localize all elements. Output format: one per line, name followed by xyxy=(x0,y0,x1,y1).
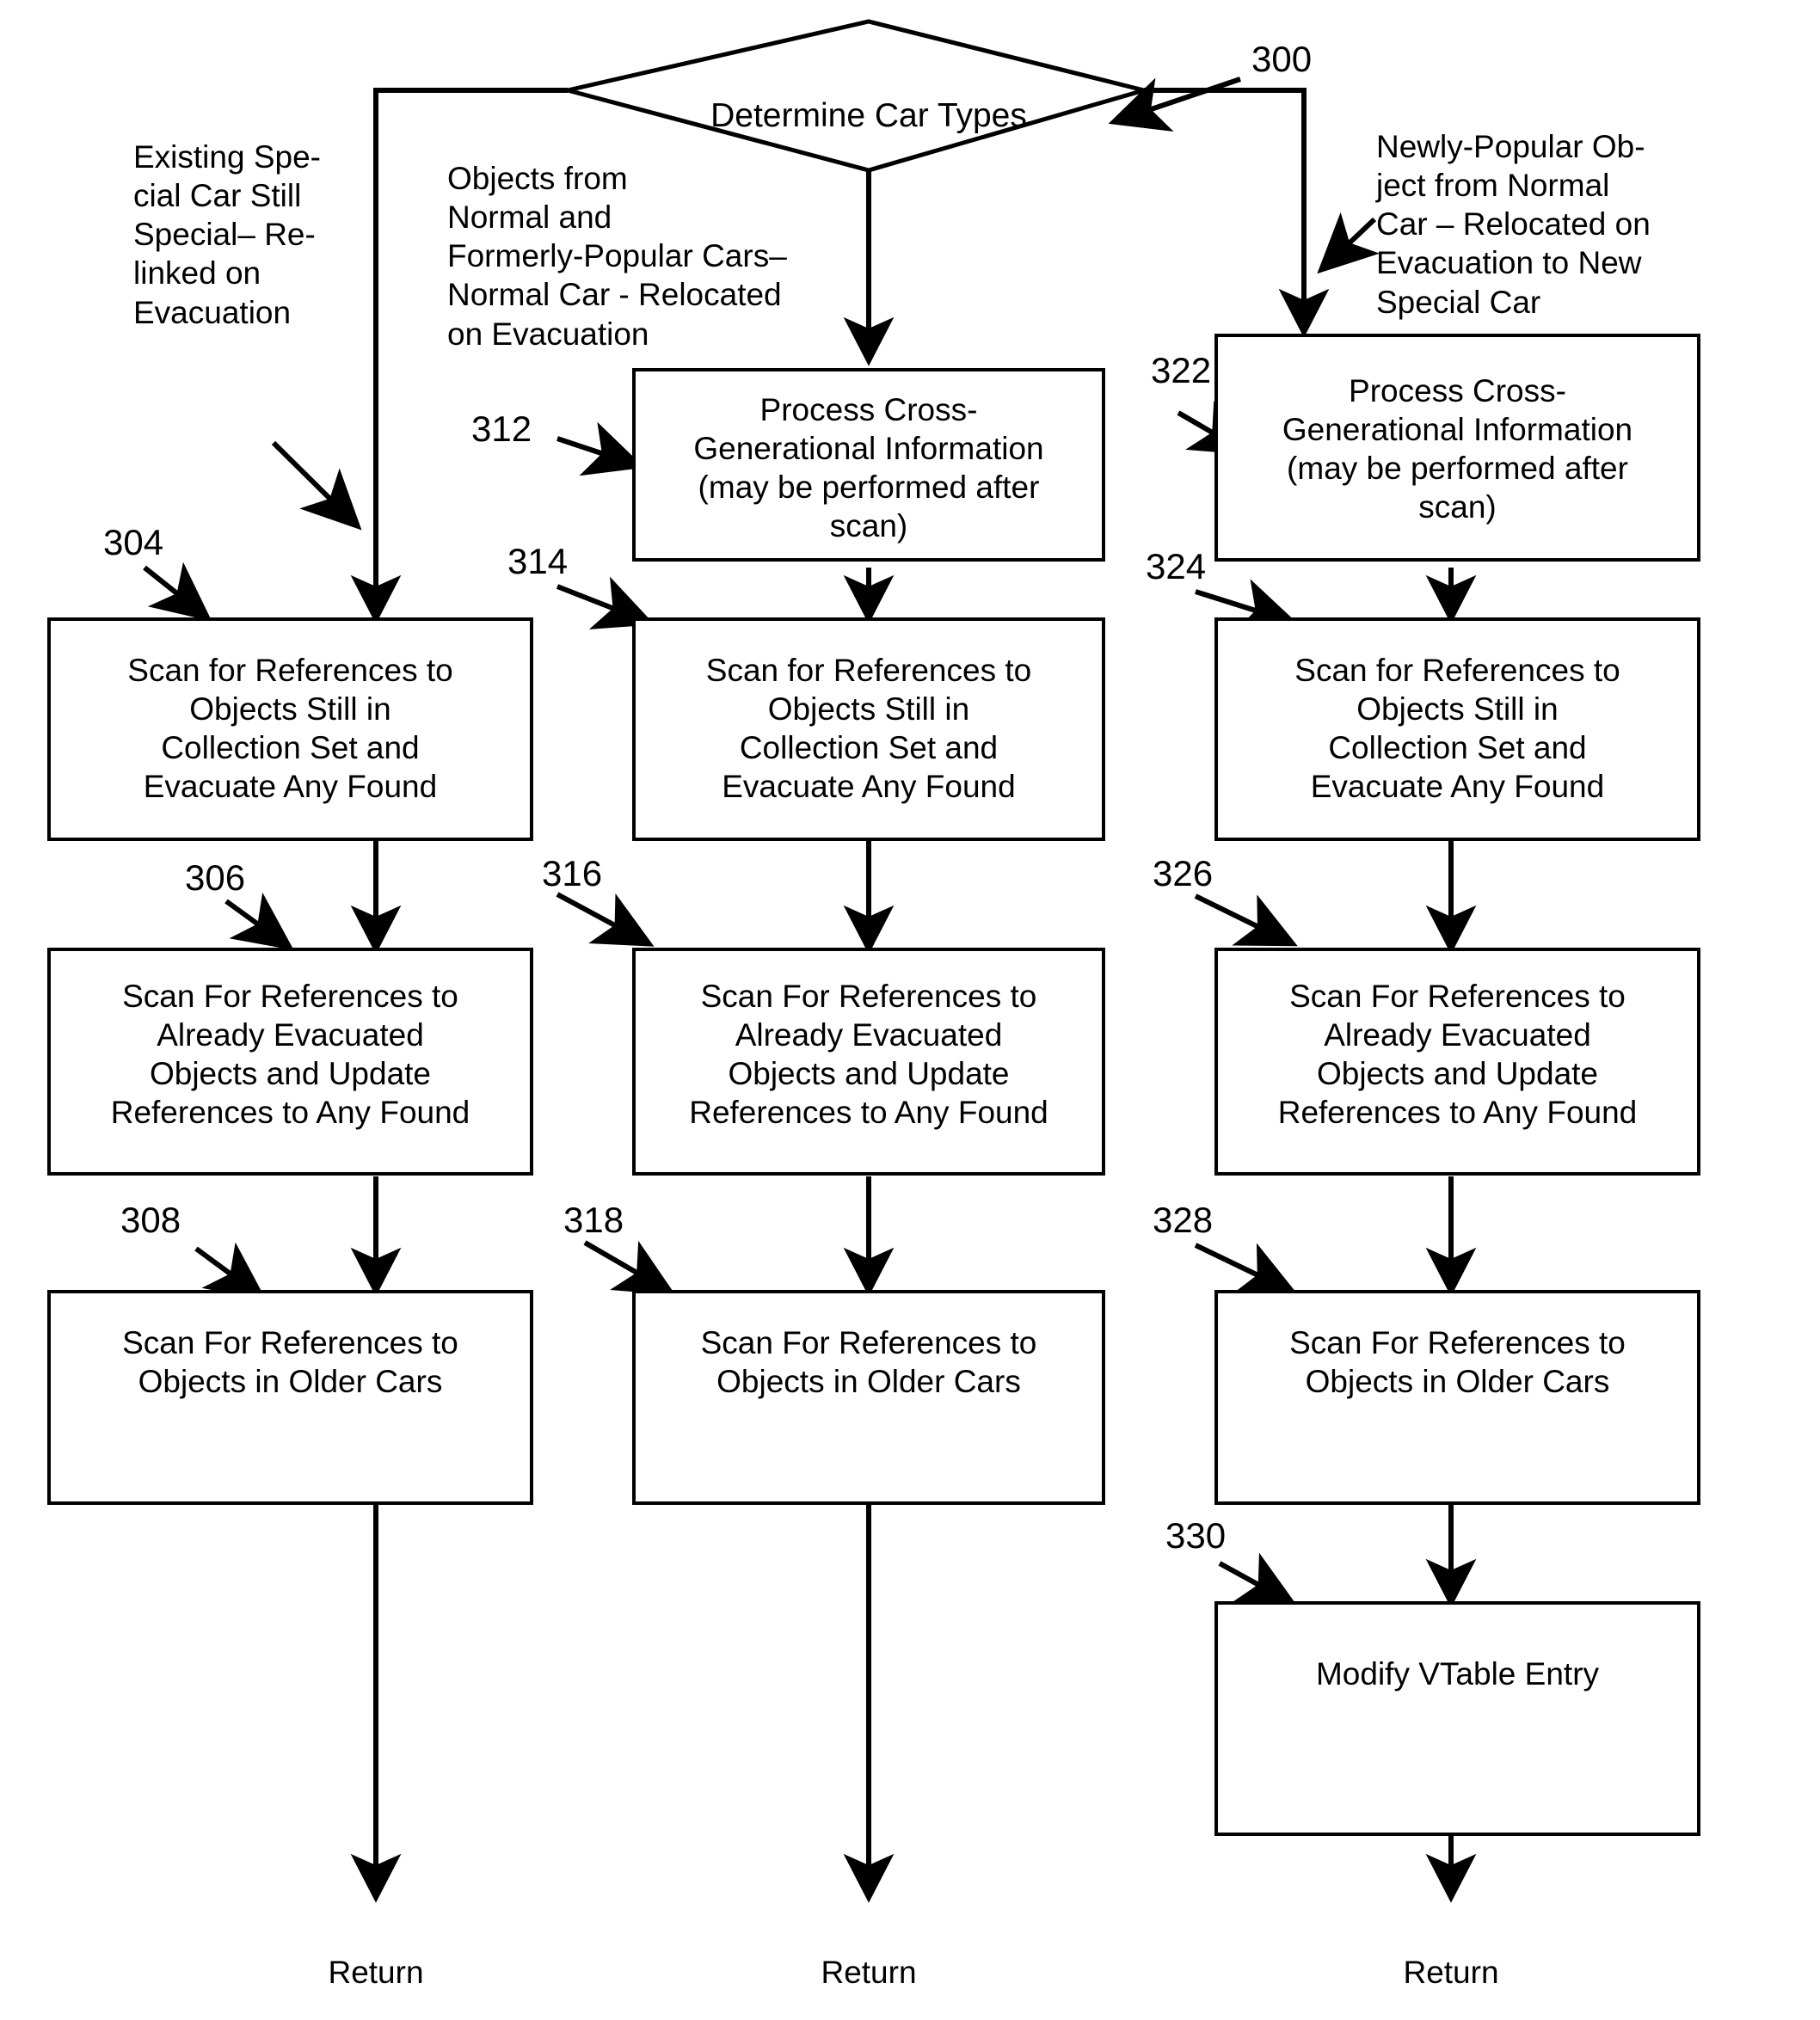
ref-300-leader xyxy=(1108,77,1241,132)
ref-number-308: 308 xyxy=(120,1200,181,1240)
box-318-line1: Scan For References to xyxy=(700,1325,1037,1360)
process-box-328: Scan For References to Objects in Older … xyxy=(1214,1290,1700,1505)
return-label-left: Return xyxy=(328,1955,424,1990)
ref-number-318: 318 xyxy=(563,1200,624,1240)
caption-left-branch: Existing Spe- cial Car Still Special– Re… xyxy=(133,139,321,330)
box-316-line2: Already Evacuated xyxy=(735,1017,1003,1053)
box-322-line3: (may be performed after xyxy=(1287,451,1628,487)
box-314-line3: Collection Set and xyxy=(739,730,999,766)
box-328-line2: Objects in Older Cars xyxy=(1305,1364,1610,1400)
box-316-line1: Scan For References to xyxy=(700,979,1037,1014)
box-324-line4: Evacuate Any Found xyxy=(1310,769,1605,805)
process-box-316: Scan For References to Already Evacuated… xyxy=(632,948,1105,1176)
box-314-line2: Objects Still in xyxy=(767,691,970,728)
box-314-line4: Evacuate Any Found xyxy=(722,769,1016,805)
box-330-line1: Modify VTable Entry xyxy=(1315,1656,1600,1692)
box-326-line3: Objects and Update xyxy=(1316,1056,1599,1092)
box-316-line3: Objects and Update xyxy=(728,1056,1010,1092)
box-304-line4: Evacuate Any Found xyxy=(143,769,438,805)
process-box-324: Scan for References to Objects Still in … xyxy=(1214,617,1700,841)
box-304-line2: Objects Still in xyxy=(189,691,391,728)
box-318-line2: Objects in Older Cars xyxy=(716,1364,1021,1400)
ref-number-312: 312 xyxy=(471,408,532,449)
box-304-line1: Scan for References to xyxy=(127,653,453,688)
box-312-line1: Process Cross- xyxy=(759,392,978,427)
process-box-312: Process Cross- Generational Information … xyxy=(632,368,1105,562)
box-324-line1: Scan for References to xyxy=(1294,653,1620,688)
process-box-314: Scan for References to Objects Still in … xyxy=(632,617,1105,841)
box-312-line3: (may be performed after xyxy=(698,470,1040,506)
ref-number-330: 330 xyxy=(1165,1515,1227,1556)
caption-middle-branch: Objects from Normal and Formerly-Popular… xyxy=(447,161,787,352)
box-322-line2: Generational Information xyxy=(1282,412,1633,448)
box-324-line3: Collection Set and xyxy=(1328,730,1587,766)
box-326-line2: Already Evacuated xyxy=(1324,1017,1591,1053)
ref-number-316: 316 xyxy=(542,853,603,893)
return-label-middle: Return xyxy=(821,1955,917,1990)
box-306-line2: Already Evacuated xyxy=(157,1017,424,1053)
box-306-line4: References to Any Found xyxy=(110,1095,470,1131)
ref-number-326: 326 xyxy=(1153,853,1214,893)
ref-number-300: 300 xyxy=(1251,39,1313,79)
process-box-308: Scan For References to Objects in Older … xyxy=(47,1290,533,1505)
ref-number-322: 322 xyxy=(1151,350,1212,390)
ref-number-304: 304 xyxy=(103,522,164,562)
box-312-line2: Generational Information xyxy=(693,431,1044,467)
ref-number-314: 314 xyxy=(507,541,569,581)
box-324-line2: Objects Still in xyxy=(1356,691,1559,728)
process-box-306: Scan For References to Already Evacuated… xyxy=(47,948,533,1176)
box-304-line3: Collection Set and xyxy=(161,730,420,766)
process-box-318: Scan For References to Objects in Older … xyxy=(632,1290,1105,1505)
box-326-line4: References to Any Found xyxy=(1277,1095,1638,1131)
box-322-line1: Process Cross- xyxy=(1349,373,1566,408)
patent-flowchart-figure: Determine Car Types 300 Existing Spe- ci… xyxy=(0,0,1820,2020)
box-312-line4: scan) xyxy=(829,508,908,544)
decision-label: Determine Car Types xyxy=(710,97,1027,134)
branch-right-connector xyxy=(1144,88,1330,338)
box-306-line3: Objects and Update xyxy=(149,1056,432,1092)
box-314-line1: Scan for References to xyxy=(705,653,1032,688)
box-326-line1: Scan For References to xyxy=(1289,979,1626,1014)
box-328-line1: Scan For References to xyxy=(1289,1325,1626,1360)
box-322-line4: scan) xyxy=(1418,489,1497,525)
process-box-330: Modify VTable Entry xyxy=(1214,1601,1700,1836)
process-box-322: Process Cross- Generational Information … xyxy=(1214,334,1700,562)
ref-number-306: 306 xyxy=(185,857,246,898)
process-box-326: Scan For References to Already Evacuated… xyxy=(1214,948,1700,1176)
return-label-right: Return xyxy=(1403,1955,1499,1990)
ref-number-324: 324 xyxy=(1146,546,1207,586)
box-316-line4: References to Any Found xyxy=(689,1095,1048,1131)
box-308-line2: Objects in Older Cars xyxy=(138,1364,443,1400)
process-box-304: Scan for References to Objects Still in … xyxy=(47,617,533,841)
box-308-line1: Scan For References to xyxy=(122,1325,458,1360)
caption-right-branch: Newly-Popular Ob- ject from Normal Car –… xyxy=(1376,129,1651,320)
ref-number-328: 328 xyxy=(1153,1200,1214,1240)
box-306-line1: Scan For References to xyxy=(122,979,458,1014)
